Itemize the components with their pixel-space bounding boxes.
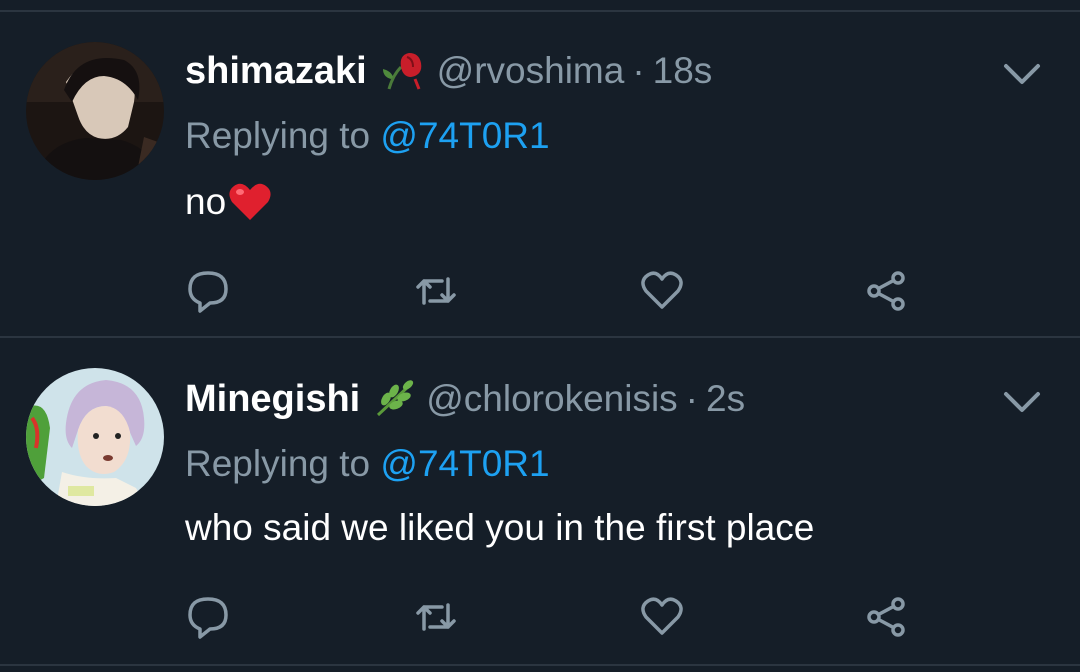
reply-icon[interactable] (186, 269, 230, 313)
tweet-timestamp[interactable]: 18s (653, 50, 713, 92)
replying-prefix: Replying to (185, 443, 371, 484)
mention-link[interactable]: @74T0R1 (380, 443, 549, 484)
mention-link[interactable]: @74T0R1 (380, 115, 549, 156)
replying-to-line: Replying to @74T0R1 (185, 115, 550, 157)
tweet-card[interactable]: Minegishi @chlorokenisis · 2s Replying t… (0, 338, 1080, 664)
tweet-header: Minegishi @chlorokenisis · 2s (185, 371, 745, 427)
tweet-card[interactable]: shimazaki @rvoshima · 18s Replying to @7… (0, 0, 1080, 336)
replying-prefix: Replying to (185, 115, 371, 156)
tweet-header: shimazaki @rvoshima · 18s (185, 43, 712, 99)
user-handle[interactable]: @chlorokenisis (426, 378, 677, 420)
herb-icon (372, 379, 416, 419)
user-handle[interactable]: @rvoshima (437, 50, 625, 92)
tweet-text: no (185, 181, 272, 223)
share-icon[interactable] (864, 595, 908, 639)
tweet-text-content: no (185, 181, 227, 222)
display-name[interactable]: shimazaki (185, 50, 367, 93)
replying-to-line: Replying to @74T0R1 (185, 443, 550, 485)
separator-dot: · (685, 378, 698, 419)
chevron-down-icon[interactable] (1002, 388, 1042, 416)
tweet-timestamp[interactable]: 2s (706, 378, 745, 420)
bottom-divider (0, 664, 1080, 666)
tweet-text-content: who said we liked you in the first place (185, 507, 815, 548)
display-name[interactable]: Minegishi (185, 378, 360, 421)
separator-dot: · (632, 50, 645, 91)
like-icon[interactable] (640, 595, 684, 639)
avatar[interactable] (26, 42, 164, 180)
avatar[interactable] (26, 368, 164, 506)
wilted-rose-icon (379, 49, 427, 93)
red-heart-icon (228, 182, 272, 222)
retweet-icon[interactable] (414, 595, 458, 639)
retweet-icon[interactable] (414, 269, 458, 313)
tweet-text: who said we liked you in the first place (185, 507, 814, 549)
share-icon[interactable] (864, 269, 908, 313)
chevron-down-icon[interactable] (1002, 60, 1042, 88)
like-icon[interactable] (640, 269, 684, 313)
reply-icon[interactable] (186, 595, 230, 639)
